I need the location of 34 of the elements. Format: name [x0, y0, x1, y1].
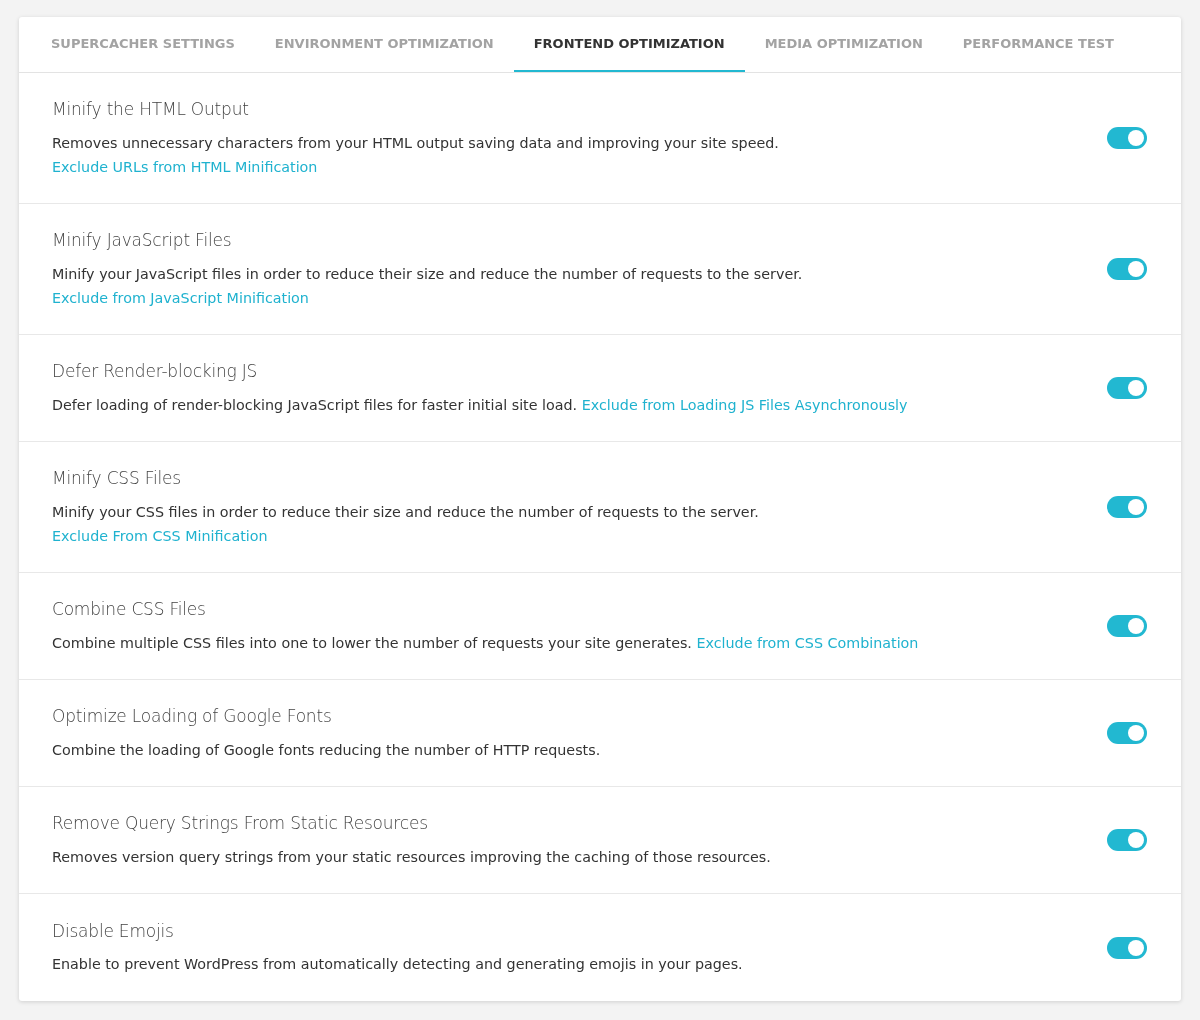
- setting-title: Optimize Loading of Google Fonts: [52, 705, 333, 729]
- exclude-link[interactable]: Exclude from Loading JS Files Asynchronously: [581, 396, 908, 413]
- tab[interactable]: ENVIRONMENT OPTIMIZATION: [254, 17, 514, 72]
- setting-title: Minify CSS Files: [52, 467, 182, 491]
- tab[interactable]: SUPERCACHER SETTINGS: [31, 17, 255, 72]
- setting-description: Enable to prevent WordPress from automatically detecting and generating emojis in your pages.: [52, 956, 743, 973]
- setting-description: Removes version query strings from your static resources improving the caching of those resources.: [52, 848, 771, 865]
- setting-description: Minify your CSS files in order to reduce their size and reduce the number of requests to the server.: [52, 503, 759, 520]
- toggle-switch[interactable]: [1107, 258, 1147, 280]
- setting-description: Combine multiple CSS files into one to lower the number of requests your site generates.: [52, 634, 692, 651]
- tab[interactable]: FRONTEND OPTIMIZATION: [513, 17, 745, 72]
- toggle-switch[interactable]: [1107, 722, 1147, 744]
- setting-title: Disable Emojis: [52, 919, 175, 943]
- tab[interactable]: MEDIA OPTIMIZATION: [744, 17, 943, 72]
- toggle-switch[interactable]: [1107, 496, 1147, 518]
- setting-title: Remove Query Strings From Static Resources: [52, 812, 429, 836]
- setting-title: Combine CSS Files: [52, 598, 207, 622]
- setting-title: Minify the HTML Output: [52, 98, 250, 122]
- toggle-switch[interactable]: [1107, 615, 1147, 637]
- exclude-link[interactable]: Exclude from JavaScript Minification: [52, 289, 309, 306]
- toggle-switch[interactable]: [1107, 127, 1147, 149]
- setting-description: Defer loading of render-blocking JavaScript files for faster initial site load.: [52, 396, 578, 413]
- toggle-switch[interactable]: [1107, 377, 1147, 399]
- setting-title: Minify JavaScript Files: [52, 229, 233, 253]
- setting-title: Defer Render-blocking JS: [52, 360, 259, 384]
- toggle-switch[interactable]: [1107, 936, 1147, 959]
- tab[interactable]: PERFORMANCE TEST: [942, 17, 1134, 72]
- toggle-switch[interactable]: [1107, 829, 1147, 851]
- setting-description: Minify your JavaScript files in order to reduce their size and reduce the number of requests to the server.: [52, 265, 803, 282]
- exclude-link[interactable]: Exclude URLs from HTML Minification: [52, 158, 318, 175]
- exclude-link[interactable]: Exclude From CSS Minification: [52, 527, 268, 544]
- exclude-link[interactable]: Exclude from CSS Combination: [696, 634, 919, 651]
- setting-description: Removes unnecessary characters from your HTML output saving data and improving your site speed.: [52, 134, 779, 151]
- setting-description: Combine the loading of Google fonts reducing the number of HTTP requests.: [52, 741, 601, 758]
